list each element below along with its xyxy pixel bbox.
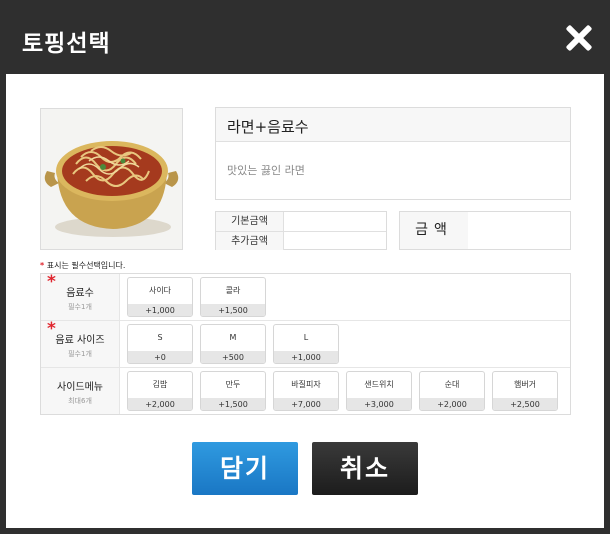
close-icon[interactable]: [565, 24, 593, 52]
base-price-label: 기본금액: [216, 212, 284, 231]
option-limit: 필수1개: [68, 303, 92, 311]
option-item-sundae[interactable]: 순대 +2,000: [419, 371, 485, 411]
item-name: 바질피자: [291, 380, 321, 389]
item-price: +7,000: [274, 398, 338, 410]
option-row-size: * 음료 사이즈 필수1개 S +0 M +500 L +1,000: [41, 319, 570, 368]
option-head-drink: * 음료수 필수1개: [41, 272, 120, 320]
item-name: 순대: [444, 380, 460, 389]
item-price: +3,000: [347, 398, 411, 410]
extra-price-row: 추가금액: [216, 231, 386, 250]
item-name: 사이다: [148, 286, 172, 295]
option-item-cider[interactable]: 사이다 +1,000: [127, 277, 193, 317]
required-note-text: 표시는 필수선택입니다.: [46, 261, 126, 270]
product-info-box: 라면+음료수 맛있는 끓인 라면: [215, 107, 571, 200]
option-item-size-m[interactable]: M +500: [200, 324, 266, 364]
add-to-cart-button[interactable]: 담기: [192, 442, 298, 495]
product-name: 라면+음료수: [216, 108, 570, 142]
product-description: 맛있는 끓인 라면: [227, 164, 305, 177]
required-star: *: [40, 261, 45, 270]
required-note: * 표시는 필수선택입니다.: [40, 260, 125, 271]
topping-dialog: 토핑선택 라면+음료수 맛있는 끓인 라면 기본금액 추가금액 금액 * 표시는…: [0, 0, 610, 534]
options-table: * 음료수 필수1개 사이다 +1,000 콜라 +1,500 * 음료 사이즈: [40, 272, 571, 415]
item-name: S: [157, 333, 163, 342]
dialog-header: 토핑선택: [0, 0, 610, 74]
extra-price-value: [284, 232, 386, 250]
required-star: *: [47, 272, 56, 292]
base-price-value: [284, 212, 386, 231]
option-row-side: 사이드메뉴 최대6개 김밥 +2,000 만두 +1,500 바질피자 +7,0…: [41, 368, 570, 414]
option-item-cola[interactable]: 콜라 +1,500: [200, 277, 266, 317]
required-star: *: [47, 319, 56, 339]
item-name: L: [303, 333, 309, 342]
base-price-row: 기본금액: [216, 212, 386, 231]
option-head-side: 사이드메뉴 최대6개: [41, 368, 120, 414]
item-name: 만두: [225, 380, 241, 389]
item-price: +1,500: [201, 304, 265, 316]
item-price: +500: [201, 351, 265, 363]
item-price: +0: [128, 351, 192, 363]
total-price-box: 금액: [399, 211, 571, 250]
option-item-hamburger[interactable]: 햄버거 +2,500: [492, 371, 558, 411]
product-image: [40, 108, 183, 250]
option-item-size-s[interactable]: S +0: [127, 324, 193, 364]
extra-price-label: 추가금액: [216, 232, 284, 250]
option-row-drink: * 음료수 필수1개 사이다 +1,000 콜라 +1,500: [41, 272, 570, 321]
option-item-mandu[interactable]: 만두 +1,500: [200, 371, 266, 411]
cancel-button[interactable]: 취소: [312, 442, 418, 495]
item-name: 햄버거: [513, 380, 537, 389]
item-name: 김밥: [152, 380, 168, 389]
option-name: 사이드메뉴: [57, 382, 103, 393]
item-price: +1,500: [201, 398, 265, 410]
item-name: M: [229, 333, 237, 342]
item-name: 샌드위치: [364, 380, 394, 389]
option-limit: 필수1개: [68, 350, 92, 358]
item-price: +1,000: [274, 351, 338, 363]
item-price: +1,000: [128, 304, 192, 316]
option-item-size-l[interactable]: L +1,000: [273, 324, 339, 364]
item-price: +2,500: [493, 398, 557, 410]
option-limit: 최대6개: [68, 397, 92, 405]
price-breakdown: 기본금액 추가금액: [215, 211, 387, 250]
option-item-gimbap[interactable]: 김밥 +2,000: [127, 371, 193, 411]
option-item-basil-pizza[interactable]: 바질피자 +7,000: [273, 371, 339, 411]
total-price-label: 금액: [400, 212, 468, 249]
item-price: +2,000: [420, 398, 484, 410]
option-item-sandwich[interactable]: 샌드위치 +3,000: [346, 371, 412, 411]
dialog-body: 라면+음료수 맛있는 끓인 라면 기본금액 추가금액 금액 * 표시는 필수선택…: [6, 74, 604, 528]
item-name: 콜라: [225, 286, 241, 295]
dialog-title: 토핑선택: [22, 31, 111, 57]
total-price-value: [468, 212, 570, 249]
item-price: +2,000: [128, 398, 192, 410]
option-head-size: * 음료 사이즈 필수1개: [41, 319, 120, 367]
ramen-pot-image: [41, 109, 182, 249]
